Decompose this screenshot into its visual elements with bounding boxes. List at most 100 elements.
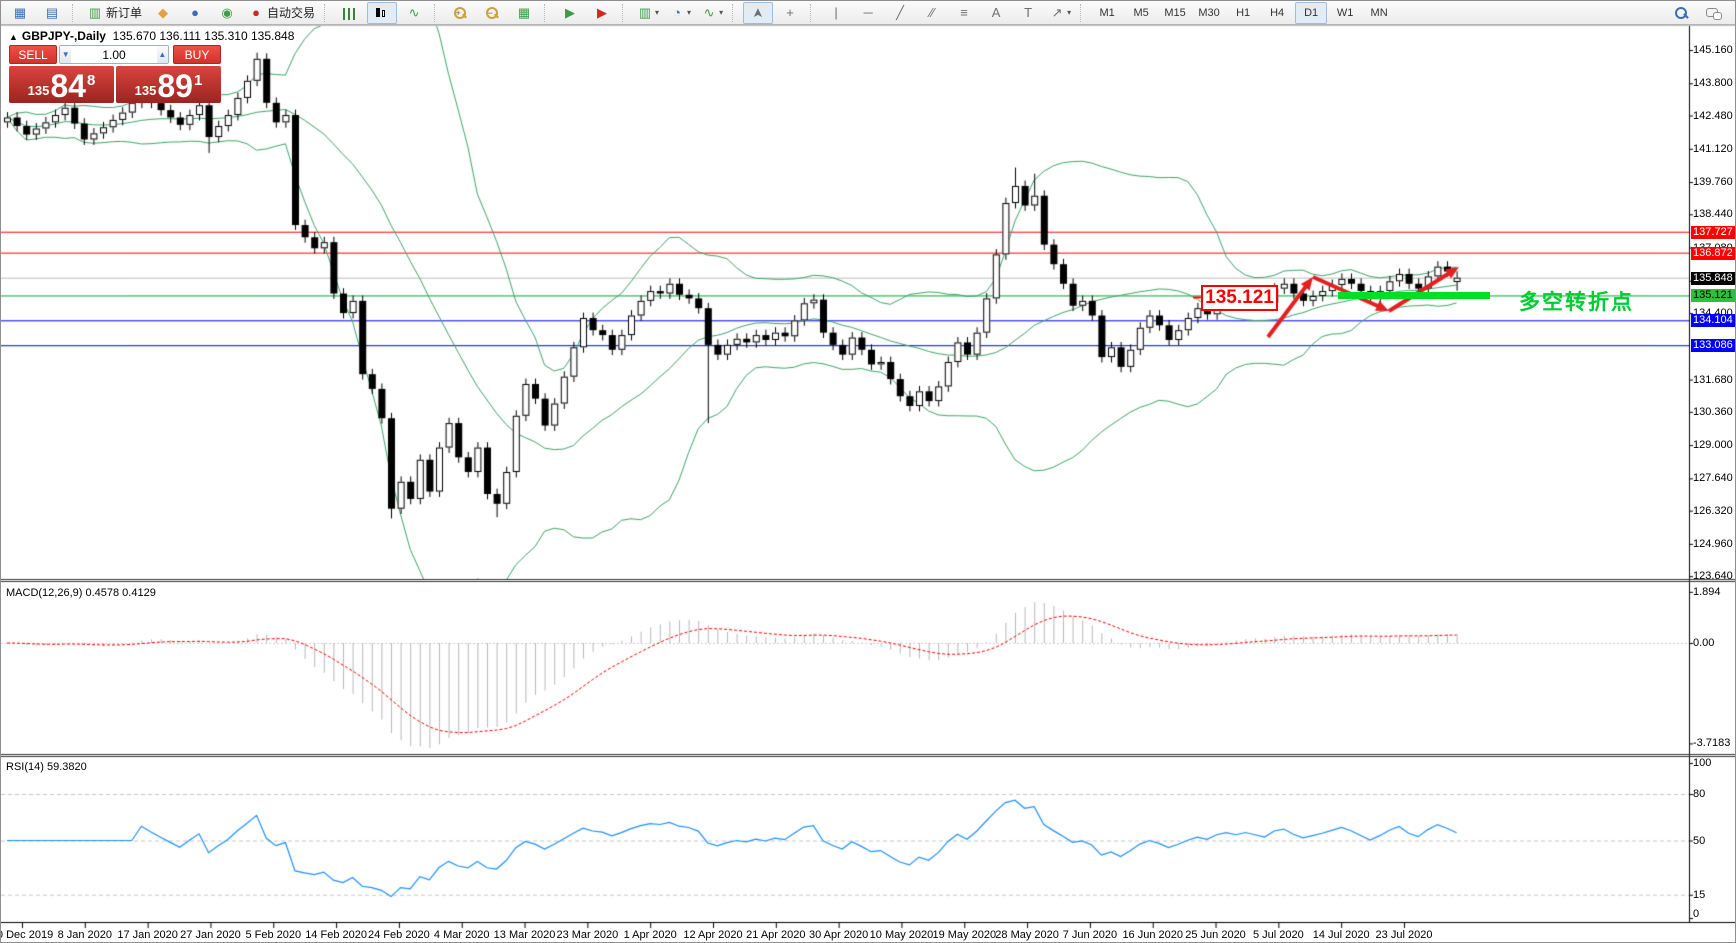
new-order-button[interactable]: ▥新订单 — [83, 2, 146, 24]
toolbar-group: ∿ — [333, 1, 431, 25]
chart-symbol: GBPJPY-,Daily — [22, 29, 106, 43]
sell-price-pip: 8 — [87, 72, 95, 89]
sell-button[interactable]: SELL — [9, 45, 57, 64]
toolbar-right — [1665, 2, 1736, 24]
horizontal-line-icon: ─ — [860, 5, 876, 21]
crosshair-button[interactable]: + — [775, 2, 805, 24]
rsi-axis-label: 0 — [1693, 908, 1699, 920]
tile-windows-button[interactable]: ▦ — [509, 2, 539, 24]
buy-price-pip: 1 — [194, 72, 202, 89]
price-tick-label: 138.440 — [1693, 208, 1736, 220]
date-label: 28 May 2020 — [995, 929, 1059, 941]
chevron-down-icon: ▾ — [687, 8, 691, 17]
buy-price-display[interactable]: 135 89 1 — [116, 66, 221, 103]
macd-axis-label: 0.00 — [1693, 637, 1714, 649]
date-label: 1 Apr 2020 — [624, 929, 677, 941]
line-chart-button[interactable]: ∿ — [399, 2, 429, 24]
mt5-window: ▦▤▥新订单◆●◉●自动交易∿+−▦▶▶▥▾◔▾∿▾➤+|─╱⁄⁄≡AT↗▾M1… — [0, 0, 1736, 943]
date-label: 5 Jul 2020 — [1253, 929, 1304, 941]
signal-icon: ◉ — [219, 5, 235, 21]
text-icon: A — [988, 5, 1004, 21]
timeframe-m5[interactable]: M5 — [1125, 2, 1157, 24]
chart-title: ▲ GBPJPY-,Daily 135.670 136.111 135.310 1… — [9, 29, 294, 43]
text-button[interactable]: A — [981, 2, 1011, 24]
volume-down-button[interactable]: ▼ — [60, 46, 71, 63]
timeframe-d1[interactable]: D1 — [1295, 2, 1327, 24]
auto-scroll-button[interactable]: ▶ — [555, 2, 585, 24]
chat-icon — [1705, 5, 1721, 21]
timeframe-h1[interactable]: H1 — [1227, 2, 1259, 24]
date-label: 14 Feb 2020 — [305, 929, 367, 941]
cursor-button[interactable]: ➤ — [743, 2, 773, 24]
autotrading-button[interactable]: ●自动交易 — [244, 2, 319, 24]
search-button[interactable] — [1666, 2, 1696, 24]
zoom-in-button[interactable]: + — [445, 2, 475, 24]
chevron-down-icon: ▾ — [1067, 8, 1071, 17]
vertical-line-button[interactable]: | — [821, 2, 851, 24]
horizontal-line-button[interactable]: ─ — [853, 2, 883, 24]
toolbar-group: ▶▶ — [553, 1, 619, 25]
price-tick-label: 141.120 — [1693, 143, 1736, 155]
turning-point-bar[interactable] — [1338, 292, 1490, 299]
price-tag: 135.848 — [1691, 272, 1736, 285]
buy-button[interactable]: BUY — [173, 45, 221, 64]
community-button[interactable]: ● — [180, 2, 210, 24]
chart-ohlc-values: 135.670 136.111 135.310 135.848 — [113, 29, 295, 43]
macd-axis-label: -3.7183 — [1693, 737, 1730, 749]
trendline-button[interactable]: ╱ — [885, 2, 915, 24]
community-icon: ● — [187, 5, 203, 21]
timeframe-m1[interactable]: M1 — [1091, 2, 1123, 24]
macd-indicator-label: MACD(12,26,9) 0.4578 0.4129 — [6, 587, 156, 599]
date-label: 23 Mar 2020 — [556, 929, 618, 941]
crosshair-icon: + — [782, 5, 798, 21]
date-label: 19 May 2020 — [932, 929, 996, 941]
date-label: 7 Jun 2020 — [1063, 929, 1117, 941]
timeframe-mn[interactable]: MN — [1363, 2, 1395, 24]
data-window-button[interactable]: ▤ — [37, 2, 67, 24]
data-window-icon: ▤ — [44, 5, 60, 21]
label-button[interactable]: T — [1013, 2, 1043, 24]
toolbar-group: ▦▤ — [3, 1, 69, 25]
trendline-icon: ╱ — [892, 5, 908, 21]
fibonacci-icon: ≡ — [956, 5, 972, 21]
candle-chart-button[interactable] — [367, 2, 397, 24]
fibonacci-button[interactable]: ≡ — [949, 2, 979, 24]
indicators-button[interactable]: ∿▾ — [697, 2, 727, 24]
zoom-out-button[interactable]: − — [477, 2, 507, 24]
signals-button[interactable]: ◉ — [212, 2, 242, 24]
price-tick-label: 123.640 — [1693, 570, 1736, 582]
turning-point-text[interactable]: 多空转折点 — [1519, 286, 1634, 316]
toolbar-group: ▥新订单◆ ● ◉ ●自动交易 — [81, 1, 321, 25]
toolbar-group: +−▦ — [443, 1, 541, 25]
periods-button[interactable]: ◔▾ — [665, 2, 695, 24]
timeframe-h4[interactable]: H4 — [1261, 2, 1293, 24]
bar-chart-button[interactable] — [335, 2, 365, 24]
toolbar-separator — [622, 4, 628, 22]
date-label: 27 Jan 2020 — [180, 929, 241, 941]
timeframe-group: M1M5M15M30H1H4D1W1MN — [1089, 1, 1397, 25]
price-annotation-box[interactable]: 135.121 — [1201, 285, 1278, 311]
volume-up-button[interactable]: ▲ — [157, 46, 168, 63]
price-chart-canvas[interactable] — [1, 1, 1736, 943]
toolbar-separator — [1080, 4, 1086, 22]
price-tag: 133.086 — [1691, 339, 1736, 352]
volume-input[interactable] — [71, 46, 156, 63]
timeframe-m30[interactable]: M30 — [1193, 2, 1225, 24]
label-icon: T — [1020, 5, 1036, 21]
toolbar-separator — [544, 4, 550, 22]
chat-button[interactable] — [1698, 2, 1728, 24]
sell-price-display[interactable]: 135 84 8 — [9, 66, 114, 103]
rsi-axis-label: 50 — [1693, 835, 1705, 847]
price-tag: 135.121 — [1691, 289, 1736, 302]
new-chart-button[interactable]: ▥▾ — [633, 2, 663, 24]
oneclick-collapse-arrow[interactable]: ▲ — [9, 32, 18, 42]
charts-list-button[interactable]: ▦ — [5, 2, 35, 24]
chart-shift-button[interactable]: ▶ — [587, 2, 617, 24]
shapes-button[interactable]: ↗▾ — [1045, 2, 1075, 24]
channel-button[interactable]: ⁄⁄ — [917, 2, 947, 24]
history-center-button[interactable]: ◆ — [148, 2, 178, 24]
price-tag: 136.872 — [1691, 247, 1736, 260]
timeframe-m15[interactable]: M15 — [1159, 2, 1191, 24]
date-label: 13 Mar 2020 — [494, 929, 556, 941]
timeframe-w1[interactable]: W1 — [1329, 2, 1361, 24]
